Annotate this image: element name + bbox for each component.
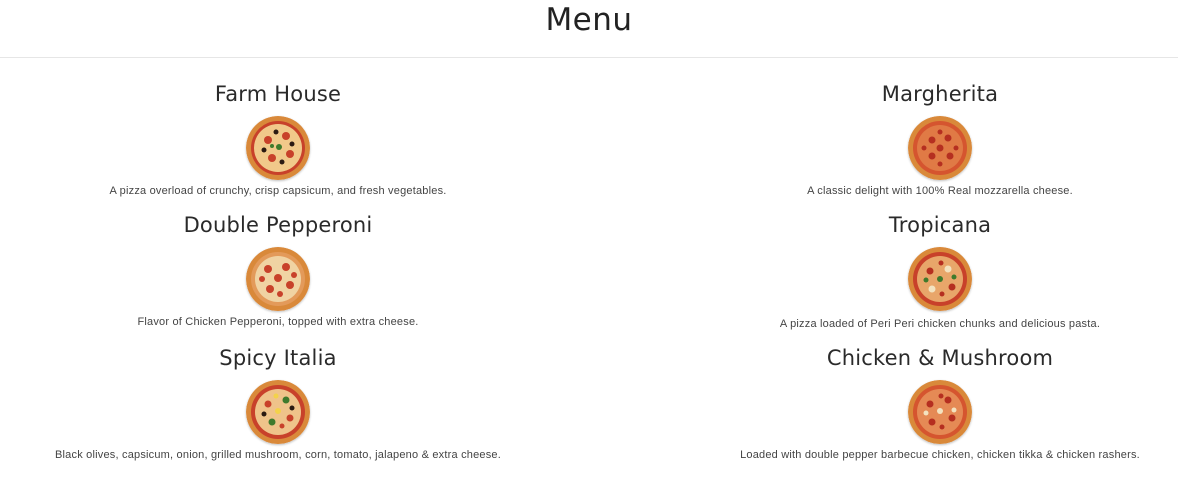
page-header: Menu — [0, 0, 1178, 58]
pizza-chicken-mushroom-icon — [908, 380, 972, 444]
pizza-tropicana-icon — [908, 247, 972, 311]
pizza-farm-house-icon — [246, 116, 310, 180]
menu-item-description: A classic delight with 100% Real mozzare… — [807, 185, 1073, 197]
menu-item-name: Tropicana — [888, 213, 992, 237]
menu-item-description: A pizza loaded of Peri Peri chicken chun… — [779, 318, 1101, 330]
menu-item-name: Farm House — [214, 82, 342, 106]
menu-item-tropicana[interactable]: Tropicana A pizza loaded of Peri Peri ch… — [660, 211, 1178, 331]
menu-item-spicy-italia[interactable]: Spicy Italia Black olives, capsicum, oni… — [0, 344, 558, 462]
pizza-double-pepperoni-icon — [246, 247, 310, 311]
menu-item-name: Spicy Italia — [219, 346, 337, 370]
menu-item-name: Double Pepperoni — [183, 213, 373, 237]
page-title: Menu — [545, 2, 633, 38]
menu-item-name: Chicken & Mushroom — [826, 346, 1054, 370]
pizza-margherita-icon — [908, 116, 972, 180]
menu-item-farm-house[interactable]: Farm House A pizza overload of crunchy, … — [0, 80, 558, 198]
menu-item-description: Flavor of Chicken Pepperoni, topped with… — [137, 316, 419, 328]
menu-item-double-pepperoni[interactable]: Double Pepperoni Flavor of Chicken Peppe… — [0, 211, 558, 329]
menu-item-description: A pizza overload of crunchy, crisp capsi… — [109, 185, 447, 197]
menu-item-chicken-mushroom[interactable]: Chicken & Mushroom Loaded with double pe… — [660, 344, 1178, 462]
menu-item-description: Black olives, capsicum, onion, grilled m… — [55, 449, 501, 461]
menu-item-description: Loaded with double pepper barbecue chick… — [740, 449, 1140, 461]
menu-item-name: Margherita — [881, 82, 999, 106]
menu-item-margherita[interactable]: Margherita A classic delight with 100% R… — [660, 80, 1178, 198]
pizza-spicy-italia-icon — [246, 380, 310, 444]
